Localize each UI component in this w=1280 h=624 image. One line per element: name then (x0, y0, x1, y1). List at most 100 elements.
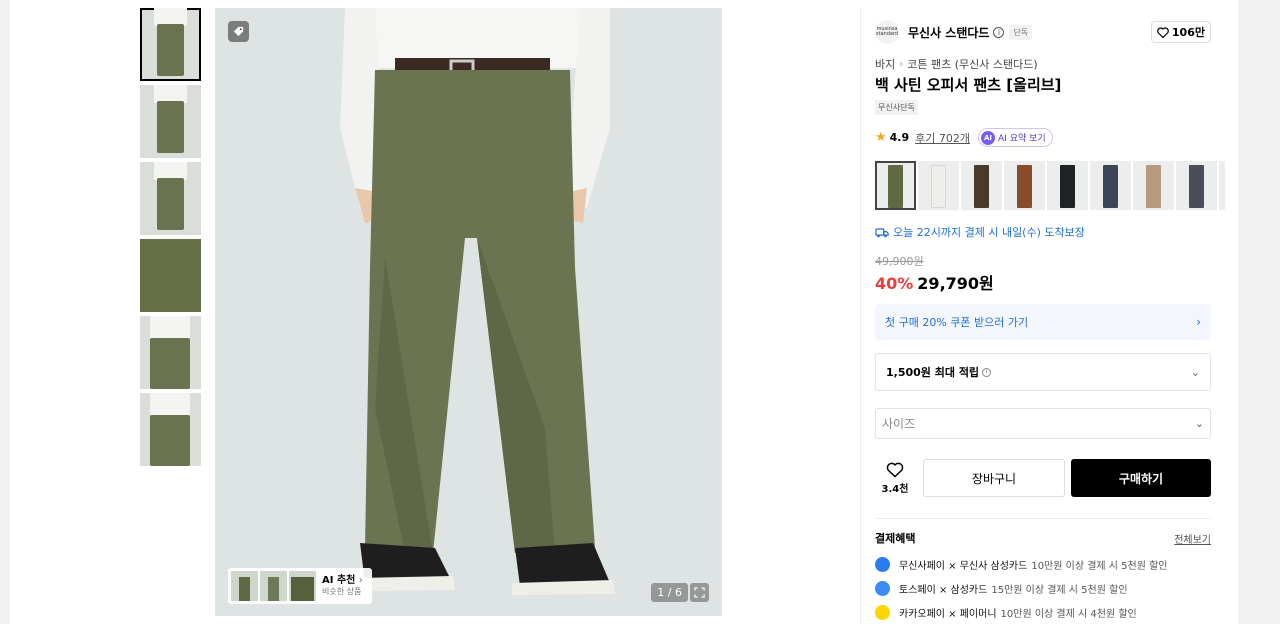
ai-rec-thumb (231, 571, 258, 601)
add-to-cart-button[interactable]: 장바구니 (923, 459, 1065, 497)
coupon-banner[interactable]: 첫 구매 20% 쿠폰 받으러 가기 › (875, 304, 1211, 340)
payment-benefits-header: 결제혜택 전체보기 (875, 530, 1211, 546)
coupon-text: 첫 구매 20% 쿠폰 받으러 가기 (885, 316, 1029, 329)
purchase-actions: 3.4천 장바구니 구매하기 (875, 459, 1211, 497)
swatch-pants-thumb (1017, 165, 1032, 208)
expand-icon (694, 587, 705, 598)
ai-rec-thumb (260, 571, 287, 601)
payment-benefits-list: 무신사페이 × 무신사 삼성카드 10만원 이상 결제 시 5천원 할인토스페이 … (875, 556, 1211, 624)
chevron-down-icon: ⌄ (1190, 365, 1200, 379)
brand-logo[interactable]: musinsa standard (875, 20, 899, 44)
benefit-desc: 15만원 이상 결제 시 5천원 할인 (991, 584, 1128, 596)
thumbnail-2[interactable] (140, 85, 201, 158)
color-swatch[interactable] (1090, 161, 1131, 210)
view-all-link[interactable]: 전체보기 (1174, 531, 1211, 546)
ai-recommend-widget[interactable]: AI 추천 › 비슷한 상품 (228, 568, 372, 604)
swatch-pants-thumb (1103, 165, 1118, 208)
main-product-image[interactable]: AI 추천 › 비슷한 상품 1 / 6 (215, 8, 722, 616)
brand-like-button[interactable]: 106만 (1150, 21, 1211, 43)
thumbnail-5[interactable] (140, 316, 201, 389)
delivery-info: 오늘 22시까지 결제 시 내일(수) 도착보장 (875, 224, 1085, 240)
original-price: 49,900원 (875, 255, 924, 268)
benefit-item: 무신사페이 × 무신사 삼성카드 10만원 이상 결제 시 5천원 할인 (875, 556, 1211, 572)
thumbnail-list (140, 8, 201, 470)
heart-icon (886, 462, 904, 478)
swatch-pants-thumb (931, 165, 946, 208)
size-select[interactable]: 사이즈 ⌄ (875, 408, 1211, 439)
wishlist-count: 3.4천 (881, 483, 909, 495)
benefit-pay: 카카오페이 × 페이머니 (899, 608, 997, 620)
buy-now-button[interactable]: 구매하기 (1071, 459, 1211, 497)
color-swatch[interactable] (1004, 161, 1045, 210)
swatch-pants-thumb (888, 165, 903, 208)
thumbnail-4[interactable] (140, 239, 201, 312)
product-photo (215, 8, 722, 616)
breadcrumb: 바지 › 코튼 팬츠 (무신사 스탠다드) (875, 56, 1038, 72)
color-swatch[interactable] (1133, 161, 1174, 210)
chevron-right-icon: › (358, 575, 363, 587)
color-swatch[interactable] (918, 161, 959, 210)
benefit-item: 토스페이 × 삼성카드 15만원 이상 결제 시 5천원 할인 (875, 580, 1211, 596)
thumbnail-3[interactable] (140, 162, 201, 235)
thumbnail-6[interactable] (140, 393, 201, 466)
brand-name[interactable]: 무신사 스탠다드 (908, 24, 989, 41)
color-swatch[interactable] (961, 161, 1002, 210)
payment-logo-icon (875, 580, 890, 596)
ai-summary-button[interactable]: AI AI 요약 보기 (978, 128, 1053, 147)
price-row: 40% 29,790원 (875, 270, 994, 294)
benefit-item: 카카오페이 × 페이머니 10만원 이상 결제 시 4천원 할인 (875, 604, 1211, 620)
color-swatch[interactable] (1176, 161, 1217, 210)
thumbnail-1[interactable] (140, 8, 201, 81)
tag-icon (233, 26, 244, 37)
chevron-right-icon: › (1196, 315, 1201, 329)
points-dropdown[interactable]: 1,500원 최대 적립 i ⌄ (875, 353, 1211, 391)
exclusive-badge: 무신사단독 (875, 100, 918, 115)
swatch-pants-thumb (1146, 165, 1161, 208)
swatch-pants-thumb (1060, 165, 1075, 208)
color-swatch[interactable] (1047, 161, 1088, 210)
discount-rate: 40% (875, 274, 914, 293)
delivery-text: 오늘 22시까지 결제 시 내일(수) 도착보장 (893, 226, 1085, 239)
breadcrumb-item[interactable]: 코튼 팬츠 (무신사 스탠다드) (907, 56, 1037, 72)
chevron-down-icon: ⌄ (1194, 417, 1204, 430)
color-swatch-list (875, 161, 1225, 211)
heart-icon (1157, 26, 1169, 38)
brand-like-count: 106만 (1171, 26, 1205, 39)
ai-rec-title: AI 추천 (322, 575, 356, 587)
color-swatch[interactable] (875, 161, 916, 210)
info-icon[interactable]: i (993, 26, 1005, 38)
star-icon: ★ (875, 129, 887, 145)
ai-summary-label: AI 요약 보기 (998, 134, 1046, 144)
benefit-desc: 10만원 이상 결제 시 4천원 할인 (1000, 608, 1137, 620)
points-text: 1,500원 최대 적립 (886, 366, 980, 379)
swatch-pants-thumb (974, 165, 989, 208)
ai-rec-subtitle: 비슷한 상품 (322, 587, 362, 597)
sale-price: 29,790원 (917, 274, 994, 293)
swatch-pants-thumb (1189, 165, 1204, 208)
benefit-pay: 토스페이 × 삼성카드 (899, 584, 988, 596)
wishlist-button[interactable]: 3.4천 (875, 462, 915, 495)
tag-button[interactable] (228, 21, 249, 42)
divider (875, 518, 1211, 519)
benefit-pay: 무신사페이 × 무신사 삼성카드 (899, 560, 1028, 572)
ai-icon: AI (981, 130, 996, 145)
rating-score: 4.9 (889, 131, 910, 144)
review-link[interactable]: 후기 702개 (915, 130, 970, 146)
payment-logo-icon (875, 604, 890, 620)
chevron-right-icon: › (899, 58, 904, 70)
info-icon[interactable]: i (982, 367, 992, 377)
benefit-desc: 10만원 이상 결제 시 5천원 할인 (1031, 560, 1168, 572)
truck-icon (875, 227, 889, 237)
size-placeholder: 사이즈 (882, 417, 916, 431)
color-swatch[interactable] (1219, 161, 1225, 210)
benefits-title: 결제혜택 (875, 532, 916, 545)
payment-logo-icon (875, 556, 890, 572)
brand-row: musinsa standard 무신사 스탠다드 i 단독 106만 (875, 20, 1211, 44)
ai-rec-thumb (289, 571, 316, 601)
image-counter: 1 / 6 (651, 583, 688, 602)
exclusive-tag: 단독 (1009, 24, 1033, 40)
expand-button[interactable] (690, 583, 709, 602)
product-info-panel: musinsa standard 무신사 스탠다드 i 단독 106만 바지 ›… (860, 8, 1238, 624)
breadcrumb-item[interactable]: 바지 (875, 56, 895, 72)
product-title: 백 사틴 오피서 팬츠 [올리브] (875, 76, 1062, 94)
